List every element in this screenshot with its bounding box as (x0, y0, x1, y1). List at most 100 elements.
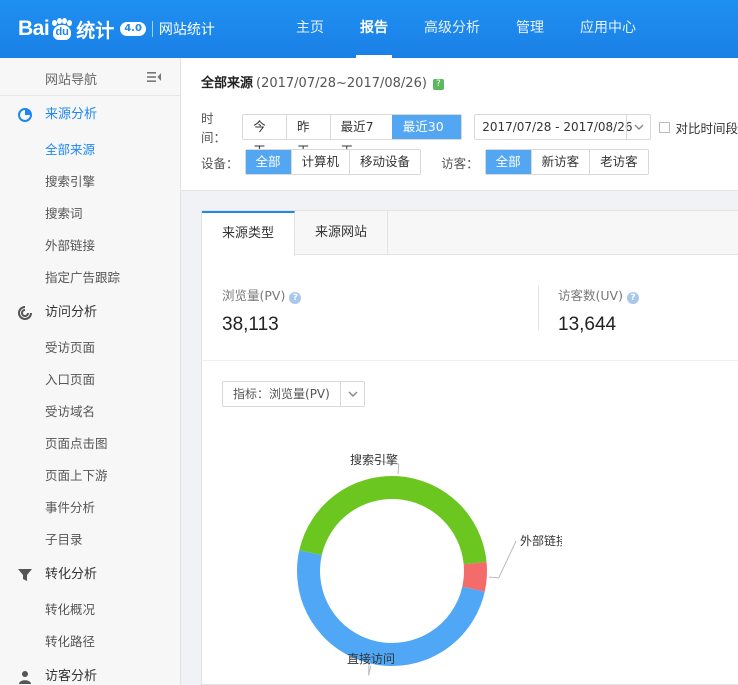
baidu-tongji-logo[interactable]: Bai du 统计 4.0 网站统计 (18, 12, 215, 46)
metric-pv-label: 浏览量(PV) (222, 288, 286, 303)
pie-chart-icon (18, 108, 32, 122)
sidebar-item-click-map[interactable]: 页面点击图 (0, 428, 180, 460)
logo-text-tongji: 统计 (76, 19, 115, 42)
sidebar: 网站导航 来源分析 全部来源 搜索引擎 搜索词 外部链接 指定广告跟踪 访问分析… (0, 58, 181, 685)
metric-select[interactable]: 指标：浏览量(PV) (222, 381, 365, 407)
tab-source-website[interactable]: 来源网站 (295, 211, 389, 255)
sidebar-item-all-sources[interactable]: 全部来源 (0, 134, 180, 166)
donut-slice-2[interactable] (297, 550, 485, 666)
date-range-value: 2017/07/28 - 2017/08/26 (482, 120, 633, 134)
visitor-segmented-control: 全部 新访客 老访客 (484, 149, 649, 175)
metric-uv: 访客数(UV)? 13,644 (558, 285, 639, 336)
question-icon[interactable]: ? (626, 292, 639, 304)
sidebar-item-external-links[interactable]: 外部链接 (0, 230, 180, 262)
source-type-donut-chart: 搜索引擎外部链接直接访问 (297, 452, 562, 676)
visitor-option-new[interactable]: 新访客 (530, 150, 590, 174)
top-bar: Bai du 统计 4.0 网站统计 主页 报告 高级分析 管理 应用中心 (0, 0, 738, 58)
nav-manage[interactable]: 管理 (498, 0, 562, 58)
metric-divider (538, 286, 539, 330)
sidebar-title: 网站导航 (45, 73, 98, 88)
sidebar-group-source-analysis[interactable]: 来源分析 (0, 96, 180, 134)
logo-text-du: du (53, 25, 72, 40)
nav-home[interactable]: 主页 (278, 0, 342, 58)
sidebar-item-conversion-path[interactable]: 转化路径 (0, 626, 180, 658)
metric-select-prefix: 指标： (233, 387, 270, 401)
sidebar-item-entry-pages[interactable]: 入口页面 (0, 364, 180, 396)
sidebar-group-visitor-analysis[interactable]: 访客分析 (0, 658, 180, 685)
version-badge: 4.0 (120, 22, 146, 36)
filter-panel: 全部来源(2017/07/28~2017/08/26)? 时间： 今天 昨天 最… (181, 58, 738, 191)
time-filter-row: 时间： 今天 昨天 最近7天 最近30天 2017/07/28 - 2017/0… (201, 108, 738, 158)
sidebar-group-label: 访客分析 (45, 669, 98, 684)
metric-uv-value: 13,644 (558, 314, 617, 335)
sidebar-item-page-flow[interactable]: 页面上下游 (0, 460, 180, 492)
time-option-today[interactable]: 今天 (243, 115, 286, 158)
nav-reports[interactable]: 报告 (342, 0, 406, 58)
metric-dropdown-toggle[interactable] (340, 382, 364, 406)
device-option-all[interactable]: 全部 (245, 150, 291, 174)
logo-text-bai: Bai (18, 17, 50, 40)
sidebar-item-event-analysis[interactable]: 事件分析 (0, 492, 180, 524)
logo-divider (151, 21, 153, 37)
visitor-option-all[interactable]: 全部 (485, 150, 531, 174)
sidebar-item-ad-tracking[interactable]: 指定广告跟踪 (0, 262, 180, 294)
user-icon (19, 671, 31, 684)
time-label: 时间： (201, 111, 227, 145)
sidebar-group-label: 转化分析 (45, 567, 98, 582)
main-area: 全部来源(2017/07/28~2017/08/26)? 时间： 今天 昨天 最… (181, 58, 738, 685)
report-tabs: 来源类型 来源网站 (202, 211, 738, 256)
metric-pv-value: 38,113 (222, 314, 279, 335)
slice-label-1: 外部链接 (520, 533, 562, 548)
leader-line-1 (488, 540, 517, 579)
device-label: 设备： (201, 155, 239, 171)
paw-icon: du (50, 18, 74, 40)
nav-app-center[interactable]: 应用中心 (562, 0, 654, 58)
device-option-computer[interactable]: 计算机 (290, 150, 350, 174)
collapse-sidebar-icon[interactable] (147, 71, 161, 83)
time-segmented-control: 今天 昨天 最近7天 最近30天 (242, 114, 463, 158)
time-option-last-30-days[interactable]: 最近30天 (391, 115, 462, 158)
metric-pv: 浏览量(PV)? 38,113 (222, 285, 302, 336)
page-date-range: (2017/07/28~2017/08/26) (256, 76, 427, 91)
chevron-down-icon (348, 391, 358, 397)
nav-advanced-analysis[interactable]: 高级分析 (406, 0, 498, 58)
section-divider (202, 360, 738, 361)
sidebar-group-label: 访问分析 (45, 305, 98, 320)
funnel-icon (18, 569, 32, 581)
donut-slice-1[interactable] (462, 562, 487, 592)
sidebar-group-conversion-analysis[interactable]: 转化分析 (0, 556, 180, 594)
sidebar-group-label: 来源分析 (45, 107, 98, 122)
time-option-last-7-days[interactable]: 最近7天 (329, 115, 392, 158)
metric-pv-label-row: 浏览量(PV)? (222, 285, 302, 304)
slice-label-0: 搜索引擎 (350, 452, 398, 467)
date-dropdown-toggle[interactable] (625, 115, 650, 139)
sidebar-item-visited-domains[interactable]: 受访域名 (0, 396, 180, 428)
checkbox-box[interactable] (658, 121, 670, 133)
page-title: 全部来源 (2017/07/28~2017/08/26)? (201, 72, 444, 91)
sidebar-header: 网站导航 (0, 58, 180, 96)
sidebar-item-subdirectory[interactable]: 子目录 (0, 524, 180, 556)
donut-slice-0[interactable] (299, 475, 487, 565)
metric-uv-label: 访客数(UV) (558, 288, 623, 303)
tab-source-type[interactable]: 来源类型 (202, 211, 296, 256)
page-title-text: 全部来源 (201, 76, 254, 91)
help-icon[interactable]: ? (432, 79, 444, 90)
sidebar-item-visited-pages[interactable]: 受访页面 (0, 332, 180, 364)
device-option-mobile[interactable]: 移动设备 (349, 150, 421, 174)
compare-period-checkbox[interactable]: 对比时间段 (658, 118, 738, 137)
visitor-label: 访客： (441, 155, 479, 171)
visitor-option-returning[interactable]: 老访客 (589, 150, 648, 174)
device-segmented-control: 全部 计算机 移动设备 (244, 149, 422, 175)
sidebar-item-conversion-overview[interactable]: 转化概况 (0, 594, 180, 626)
sidebar-item-search-terms[interactable]: 搜索词 (0, 198, 180, 230)
time-option-yesterday[interactable]: 昨天 (285, 115, 330, 158)
question-icon[interactable]: ? (289, 292, 302, 304)
date-range-picker[interactable]: 2017/07/28 - 2017/08/26 (474, 114, 651, 140)
main-nav: 主页 报告 高级分析 管理 应用中心 (278, 0, 654, 58)
sidebar-item-search-engines[interactable]: 搜索引擎 (0, 166, 180, 198)
report-panel: 来源类型 来源网站 浏览量(PV)? 38,113 访客数(UV)? 13,64… (201, 210, 738, 685)
slice-label-2: 直接访问 (347, 651, 395, 666)
sidebar-group-visit-analysis[interactable]: 访问分析 (0, 294, 180, 332)
metric-uv-label-row: 访客数(UV)? (558, 285, 639, 304)
compare-period-label: 对比时间段 (675, 120, 738, 136)
